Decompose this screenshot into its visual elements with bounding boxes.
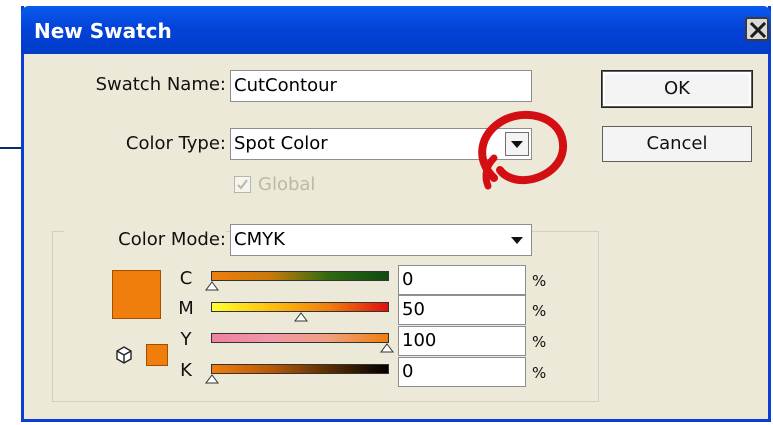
swatch-name-label: Swatch Name: <box>95 74 226 95</box>
slider-track-m[interactable] <box>211 302 389 312</box>
channel-input-k[interactable]: 0 <box>398 357 526 387</box>
color-mode-label: Color Mode: <box>64 229 226 250</box>
channel-unit-m: % <box>532 302 547 320</box>
cancel-button[interactable]: Cancel <box>602 126 752 162</box>
channel-label-k: K <box>180 360 192 381</box>
color-mode-value: CMYK <box>234 229 285 250</box>
channel-input-c[interactable]: 0 <box>398 265 526 295</box>
color-mode-dropdown-button[interactable] <box>505 228 529 252</box>
screenshot-stage: New Swatch Swatch Name: CutContour Color… <box>0 0 773 425</box>
new-swatch-dialog: New Swatch Swatch Name: CutContour Color… <box>21 6 771 422</box>
color-type-value: Spot Color <box>234 133 328 154</box>
slider-thumb-m[interactable] <box>294 312 308 322</box>
channel-unit-k: % <box>532 364 547 382</box>
ok-button[interactable]: OK <box>602 71 752 107</box>
channel-input-y[interactable]: 100 <box>398 326 526 356</box>
color-preview <box>112 270 161 319</box>
out-of-gamut-swatch[interactable] <box>146 344 168 366</box>
slider-track-c[interactable] <box>211 271 389 281</box>
channel-label-y: Y <box>180 329 192 350</box>
channel-label-c: C <box>179 268 193 289</box>
slider-track-k[interactable] <box>211 364 389 374</box>
red-highlight-circle-icon <box>478 110 568 190</box>
global-checkbox[interactable] <box>234 176 251 193</box>
channel-unit-c: % <box>532 272 547 290</box>
channel-unit-y: % <box>532 333 547 351</box>
channel-label-m: M <box>178 298 194 319</box>
channel-input-m[interactable]: 50 <box>398 295 526 325</box>
close-x-icon <box>750 22 766 38</box>
title-bar[interactable]: New Swatch <box>21 6 771 54</box>
window-title: New Swatch <box>34 19 172 43</box>
slider-thumb-c[interactable] <box>205 281 219 291</box>
cube-icon[interactable] <box>114 345 134 365</box>
slider-thumb-k[interactable] <box>205 374 219 384</box>
checkmark-icon <box>237 179 248 190</box>
close-button[interactable] <box>745 17 769 41</box>
global-label: Global <box>258 174 316 195</box>
swatch-name-input[interactable]: CutContour <box>230 70 532 102</box>
slider-track-y[interactable] <box>211 333 389 343</box>
color-mode-select[interactable]: CMYK <box>230 224 532 256</box>
chevron-down-icon <box>511 237 523 244</box>
color-type-label: Color Type: <box>125 133 226 154</box>
slider-thumb-y[interactable] <box>380 343 394 353</box>
